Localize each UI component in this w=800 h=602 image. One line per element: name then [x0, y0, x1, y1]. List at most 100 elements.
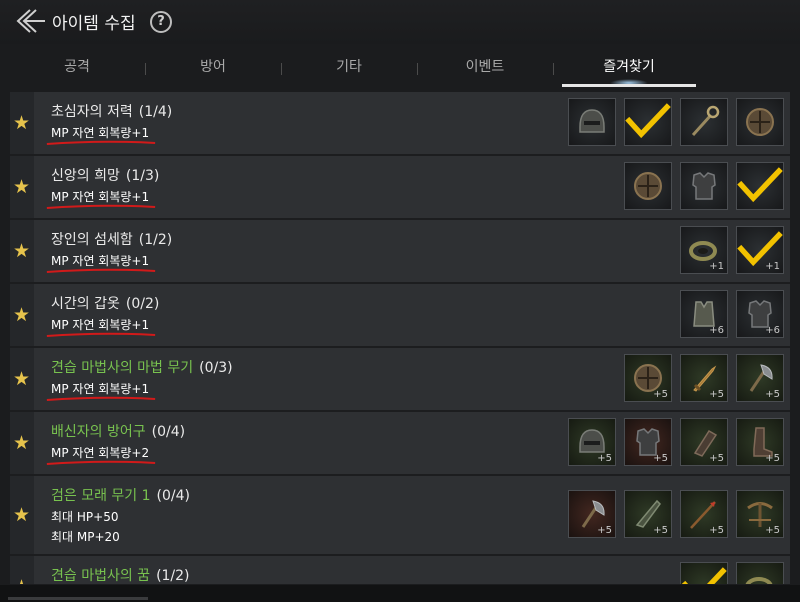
enhance-level: +5: [653, 525, 668, 536]
enhance-level: +1: [765, 261, 780, 272]
favorite-star-icon[interactable]: ★: [10, 156, 34, 218]
item-slot[interactable]: +5: [624, 418, 672, 466]
item-slot[interactable]: +1: [736, 226, 784, 274]
enhance-level: +5: [597, 453, 612, 464]
item-slot[interactable]: [680, 162, 728, 210]
collection-name: 장인의 섬세함: [51, 232, 133, 248]
collection-name: 시간의 갑옷: [51, 296, 120, 312]
collection-row[interactable]: ★ 검은 모래 무기 1 (0/4) 최대 HP+50 최대 MP+20 +5 +5 +5 +5: [10, 476, 790, 556]
collection-title: 배신자의 방어구 (0/4): [51, 421, 185, 441]
collection-row[interactable]: ★ 배신자의 방어구 (0/4) MP 자연 회복량+2 +5 +5 +5 +5: [10, 412, 790, 476]
item-slot[interactable]: +5: [568, 418, 616, 466]
enhance-level: +1: [709, 261, 724, 272]
item-slot[interactable]: +5: [680, 490, 728, 538]
help-icon[interactable]: ?: [150, 11, 172, 33]
favorite-star-icon[interactable]: ★: [10, 556, 34, 584]
enhance-level: +5: [653, 453, 668, 464]
red-underline-annotation: [46, 460, 156, 465]
collection-row[interactable]: ★ 초심자의 저력 (1/4) MP 자연 회복량+1: [10, 92, 790, 156]
armor-icon: [692, 172, 716, 200]
header-bar: 아이템 수집 ?: [0, 0, 800, 44]
collection-row[interactable]: ★ 견습 마법사의 마법 무기 (0/3) MP 자연 회복량+1 +5 +5 +5: [10, 348, 790, 412]
collection-name: 검은 모래 무기 1: [51, 488, 151, 504]
favorite-star-icon[interactable]: ★: [10, 284, 34, 346]
tab-defense[interactable]: 방어: [146, 46, 280, 86]
enhance-level: +6: [709, 325, 724, 336]
collection-progress: (0/4): [151, 424, 186, 440]
favorite-star-icon[interactable]: ★: [10, 220, 34, 282]
collection-row[interactable]: ★ 신앙의 희망 (1/3) MP 자연 회복량+1: [10, 156, 790, 220]
item-slot[interactable]: [624, 162, 672, 210]
active-tab-indicator: [562, 84, 696, 87]
item-slot[interactable]: +5: [736, 418, 784, 466]
item-slot[interactable]: [736, 162, 784, 210]
item-slot[interactable]: [568, 98, 616, 146]
collection-list[interactable]: ★ 초심자의 저력 (1/4) MP 자연 회복량+1 ★ 신앙의 희망 (1/3) MP 자…: [10, 92, 790, 584]
red-underline-annotation: [46, 332, 156, 337]
red-underline-annotation: [46, 204, 156, 209]
collection-name: 견습 마법사의 꿈: [51, 568, 151, 584]
back-arrow-icon[interactable]: [12, 6, 46, 36]
tab-etc[interactable]: 기타: [282, 46, 416, 86]
collection-name: 배신자의 방어구: [51, 424, 146, 440]
enhance-level: +5: [765, 525, 780, 536]
collection-row[interactable]: ★ 견습 마법사의 꿈 (1/2): [10, 556, 790, 584]
item-slot[interactable]: +5: [680, 418, 728, 466]
favorite-star-icon[interactable]: ★: [10, 412, 34, 474]
collection-progress: (0/3): [199, 360, 233, 376]
collection-title: 장인의 섬세함 (1/2): [51, 229, 172, 249]
page-title: 아이템 수집: [52, 14, 136, 34]
scroll-indicator[interactable]: [8, 597, 148, 600]
item-slot[interactable]: +6: [736, 290, 784, 338]
tab-bar: 공격 방어 기타 이벤트 즐겨찾기: [10, 46, 790, 88]
collection-title: 견습 마법사의 마법 무기 (0/3): [51, 357, 233, 377]
item-slot[interactable]: +5: [568, 490, 616, 538]
collection-title: 검은 모래 무기 1 (0/4): [51, 485, 190, 505]
enhance-level: +5: [765, 453, 780, 464]
item-slot[interactable]: [624, 98, 672, 146]
item-slot[interactable]: [680, 562, 728, 584]
collection-name: 초심자의 저력: [51, 104, 133, 120]
item-slot[interactable]: +5: [624, 490, 672, 538]
collection-title: 초심자의 저력 (1/4): [51, 101, 172, 121]
enhance-level: +5: [709, 389, 724, 400]
collection-name: 신앙의 희망: [51, 168, 120, 184]
collection-progress: (0/4): [156, 488, 191, 504]
collection-title: 견습 마법사의 꿈 (1/2): [51, 565, 190, 584]
shield-icon: [634, 172, 662, 200]
collection-progress: (1/4): [138, 104, 173, 120]
favorite-star-icon[interactable]: ★: [10, 92, 34, 154]
enhance-level: +5: [597, 525, 612, 536]
collection-title: 시간의 갑옷 (0/2): [51, 293, 159, 313]
item-slot[interactable]: +5: [736, 354, 784, 402]
tab-divider: [553, 63, 554, 75]
collection-effect: 최대 HP+50: [51, 510, 119, 524]
item-slot[interactable]: +6: [680, 290, 728, 338]
item-slot[interactable]: +5: [624, 354, 672, 402]
collection-progress: (1/2): [156, 568, 190, 584]
staff-icon: [691, 105, 720, 137]
collection-row[interactable]: ★ 시간의 갑옷 (0/2) MP 자연 회복량+1 +6 +6: [10, 284, 790, 348]
collection-progress: (1/2): [138, 232, 173, 248]
collection-title: 신앙의 희망 (1/3): [51, 165, 159, 185]
enhance-level: +5: [709, 453, 724, 464]
item-slot[interactable]: +1: [680, 226, 728, 274]
tab-event[interactable]: 이벤트: [418, 46, 552, 86]
item-slot[interactable]: +5: [680, 354, 728, 402]
item-slot[interactable]: [680, 98, 728, 146]
enhance-level: +5: [765, 389, 780, 400]
collection-row[interactable]: ★ 장인의 섬세함 (1/2) MP 자연 회복량+1 +1 +1: [10, 220, 790, 284]
item-slot[interactable]: +5: [736, 490, 784, 538]
tab-attack[interactable]: 공격: [10, 46, 144, 86]
collection-progress: (0/2): [125, 296, 160, 312]
item-slot[interactable]: [736, 562, 784, 584]
helmet-icon: [579, 109, 605, 133]
enhance-level: +5: [653, 389, 668, 400]
favorite-star-icon[interactable]: ★: [10, 348, 34, 410]
favorite-star-icon[interactable]: ★: [10, 476, 34, 554]
collection-name: 견습 마법사의 마법 무기: [51, 360, 194, 376]
collection-progress: (1/3): [125, 168, 160, 184]
enhance-level: +5: [709, 525, 724, 536]
item-slot[interactable]: [736, 98, 784, 146]
ring-icon: [745, 577, 773, 584]
